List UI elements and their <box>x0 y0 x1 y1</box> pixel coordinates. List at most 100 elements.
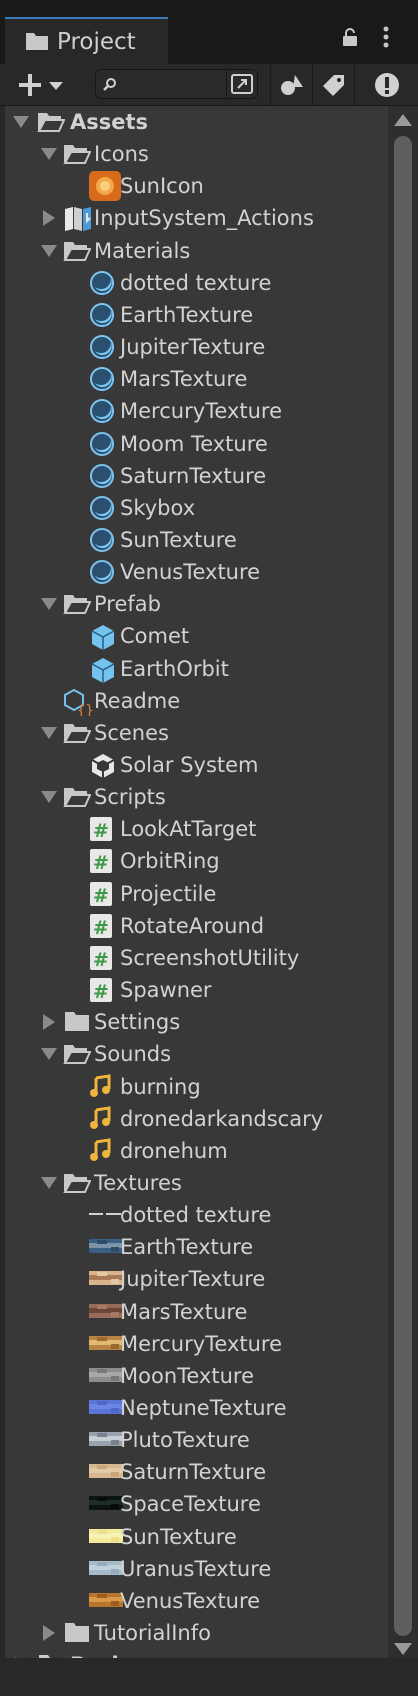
tree-item[interactable]: MercuryTexture <box>5 1328 388 1360</box>
tree-item[interactable]: dotted texture <box>5 267 388 299</box>
tree-item[interactable]: Textures <box>5 1167 388 1199</box>
tree-item-label: dotted texture <box>120 1203 272 1228</box>
vertical-scrollbar[interactable] <box>388 106 418 1658</box>
tree-item[interactable]: # OrbitRing <box>5 845 388 877</box>
console-warnings-button[interactable] <box>354 64 418 105</box>
tree-item[interactable]: # Spawner <box>5 974 388 1006</box>
filter-by-type-button[interactable] <box>270 64 312 105</box>
tree-item[interactable]: burning <box>5 1071 388 1103</box>
tree-item-label: SaturnTexture <box>120 1460 267 1485</box>
scroll-down-icon[interactable] <box>394 1643 412 1655</box>
tree-item[interactable]: Moom Texture <box>5 428 388 460</box>
tree-item[interactable]: MercuryTexture <box>5 395 388 427</box>
tree-item[interactable]: # RotateAround <box>5 910 388 942</box>
tree-item-label: EarthOrbit <box>120 656 229 681</box>
expand-arrow-open-icon[interactable] <box>41 726 57 739</box>
tree-item[interactable]: VenusTexture <box>5 556 388 588</box>
audio-clip-icon <box>89 1138 117 1164</box>
tree-item-label: Moom Texture <box>120 431 268 456</box>
expand-arrow-open-icon[interactable] <box>41 1176 57 1189</box>
tree-item[interactable]: # Projectile <box>5 878 388 910</box>
tree-item-label: Icons <box>94 142 149 167</box>
expand-arrow-open-icon[interactable] <box>41 148 57 161</box>
audio-clip-icon <box>89 1105 117 1132</box>
tree-item-label: Textures <box>94 1170 182 1195</box>
tree-item[interactable]: # LookAtTarget <box>5 813 388 845</box>
search-mode-icon[interactable] <box>230 73 254 99</box>
texture-thumbnail-icon <box>89 1331 123 1357</box>
tree-item[interactable]: dronehum <box>5 1135 388 1167</box>
tree-item[interactable]: dronedarkandscary <box>5 1103 388 1135</box>
scroll-up-icon[interactable] <box>394 114 412 126</box>
tree-item-label: MarsTexture <box>120 367 248 392</box>
tab-label: Project <box>57 29 136 55</box>
expand-arrow-open-icon[interactable] <box>41 598 57 611</box>
tree-item[interactable]: SunIcon <box>5 170 388 202</box>
tree-item[interactable]: SunTexture <box>5 1521 388 1553</box>
tree-item[interactable]: Packages <box>5 1649 388 1658</box>
tree-item[interactable]: SaturnTexture <box>5 1456 388 1488</box>
tree-item[interactable]: UranusTexture <box>5 1553 388 1585</box>
tree-item[interactable]: SunTexture <box>5 524 388 556</box>
material-sphere-icon <box>89 527 117 553</box>
expand-arrow-open-icon[interactable] <box>41 791 57 804</box>
tree-item[interactable]: Scenes <box>5 717 388 749</box>
tree-item[interactable]: Sounds <box>5 1038 388 1070</box>
tree-item[interactable]: Settings <box>5 1006 388 1038</box>
tree-item[interactable]: SpaceTexture <box>5 1488 388 1520</box>
tree-item-label: Solar System <box>120 753 259 777</box>
tree-item-label: SaturnTexture <box>120 463 267 488</box>
tree-item-label: Settings <box>94 1010 181 1035</box>
expand-arrow-closed-icon[interactable] <box>43 210 55 227</box>
tree-item[interactable]: InputSystem_Actions <box>5 202 388 234</box>
tree-item[interactable]: dotted texture <box>5 1199 388 1231</box>
tree-item[interactable]: MarsTexture <box>5 1296 388 1328</box>
material-sphere-icon <box>89 431 117 457</box>
expand-arrow-open-icon[interactable] <box>41 1048 57 1061</box>
tree-item[interactable]: Assets <box>5 106 388 138</box>
tree-item[interactable]: Skybox <box>5 492 388 524</box>
lock-icon[interactable] <box>340 27 360 51</box>
create-button[interactable] <box>12 68 72 102</box>
tree-item[interactable]: MarsTexture <box>5 363 388 395</box>
tree-item[interactable]: Prefab <box>5 588 388 620</box>
svg-text:#: # <box>93 981 109 1003</box>
tree-item[interactable]: Materials <box>5 235 388 267</box>
search-field[interactable] <box>95 69 258 99</box>
tree-item-label: Scenes <box>94 720 169 745</box>
texture-thumbnail-icon <box>89 1266 123 1292</box>
tree-item-label: Comet <box>120 624 190 649</box>
expand-arrow-open-icon[interactable] <box>41 244 57 257</box>
tree-item[interactable]: NeptuneTexture <box>5 1392 388 1424</box>
tree-item[interactable]: Scripts <box>5 781 388 813</box>
tree-item[interactable]: {} Readme <box>5 685 388 719</box>
tab-project[interactable]: Project <box>5 17 168 64</box>
expand-arrow-closed-icon[interactable] <box>43 1625 55 1642</box>
expand-arrow-closed-icon[interactable] <box>43 1014 55 1031</box>
filter-by-label-button[interactable] <box>312 64 354 105</box>
tree-item[interactable]: Comet <box>5 620 388 652</box>
tree-item[interactable]: VenusTexture <box>5 1585 388 1617</box>
audio-clip-icon <box>89 1073 117 1100</box>
scrollbar-thumb[interactable] <box>394 136 412 1636</box>
tree-item[interactable]: Icons <box>5 138 388 170</box>
tree-item[interactable]: EarthTexture <box>5 299 388 331</box>
toolbar <box>0 64 418 106</box>
material-sphere-icon <box>89 495 117 521</box>
tree-item[interactable]: # ScreenshotUtility <box>5 942 388 974</box>
search-input[interactable] <box>120 73 224 97</box>
expand-arrow-open-icon[interactable] <box>13 116 29 128</box>
tree-item[interactable]: PlutoTexture <box>5 1424 388 1456</box>
tree-item[interactable]: JupiterTexture <box>5 1263 388 1295</box>
tree-item[interactable]: Solar System <box>5 749 388 781</box>
tree-item[interactable]: MoonTexture <box>5 1360 388 1392</box>
more-options-icon[interactable] <box>381 25 391 53</box>
tree-item[interactable]: JupiterTexture <box>5 331 388 363</box>
tree-item[interactable]: EarthOrbit <box>5 653 388 685</box>
tree-item-label: EarthTexture <box>120 1235 254 1260</box>
prefab-cube-icon <box>89 623 117 651</box>
tree-item[interactable]: SaturnTexture <box>5 460 388 492</box>
tree-item[interactable]: EarthTexture <box>5 1231 388 1263</box>
tree-item[interactable]: TutorialInfo <box>5 1617 388 1649</box>
texture-thumbnail-icon <box>89 1459 123 1485</box>
